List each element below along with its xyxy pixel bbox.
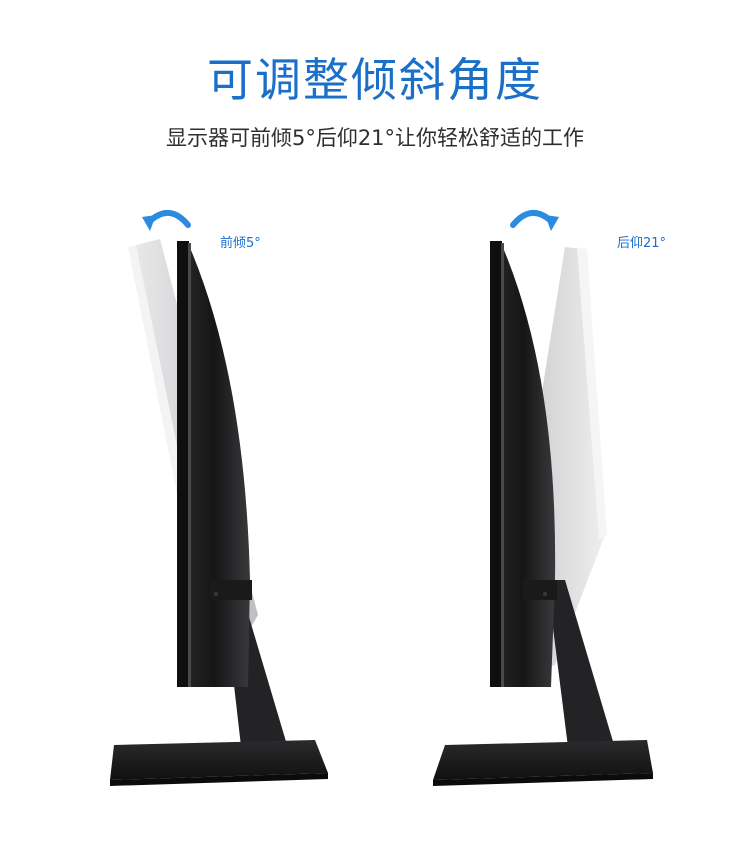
- stand-base: [433, 740, 653, 780]
- backward-tilt-panel: 后仰21°: [395, 195, 695, 795]
- rotate-counterclockwise-arrow-icon: [142, 210, 191, 231]
- page-title: 可调整倾斜角度: [207, 53, 543, 107]
- rotate-clockwise-arrow-icon: [510, 210, 559, 231]
- forward-tilt-illustration: [110, 210, 328, 786]
- backward-tilt-label: 后仰21°: [617, 236, 667, 251]
- stand-neck: [547, 580, 617, 755]
- stand-base: [110, 740, 328, 780]
- forward-tilt-panel: 前倾5°: [70, 195, 370, 795]
- backward-tilt-illustration: [433, 210, 653, 786]
- monitor: [490, 241, 557, 687]
- page-subtitle: 显示器可前倾5°后仰21°让你轻松舒适的工作: [165, 126, 585, 150]
- monitor: [177, 241, 252, 687]
- forward-tilt-label: 前倾5°: [220, 236, 261, 251]
